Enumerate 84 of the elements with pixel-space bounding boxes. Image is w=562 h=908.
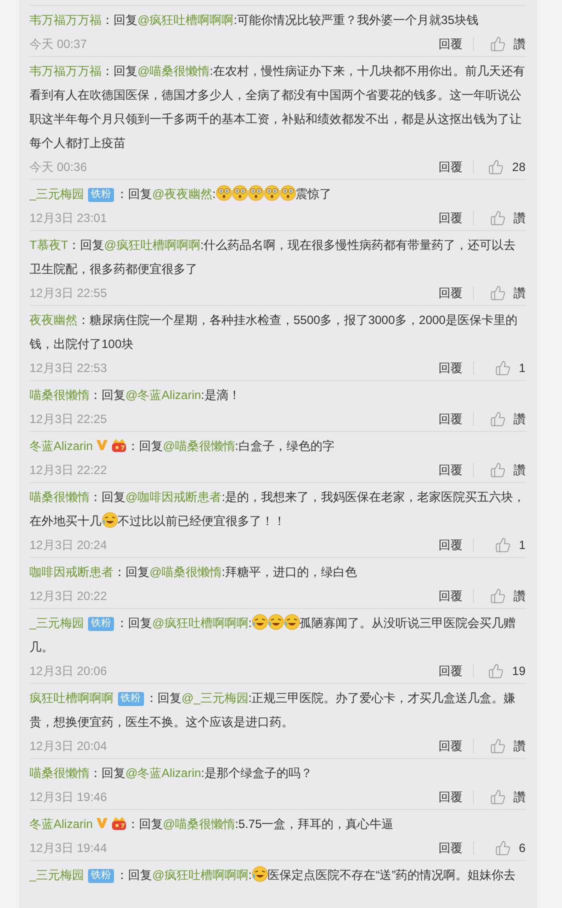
shocked-emoji-icon (248, 185, 264, 201)
like-button[interactable]: 6 (484, 840, 526, 856)
laughing-tears-emoji-icon (252, 866, 268, 882)
like-button[interactable]: 19 (484, 663, 526, 679)
reply-link[interactable]: 回覆 (438, 158, 462, 176)
reply-link[interactable]: 回覆 (438, 662, 462, 680)
comment-text: 喵桑很懒惰：回复@冬蓝Alizarin:是滴！ (30, 387, 242, 404)
comment-time: 12月3日 22:55 (30, 284, 108, 302)
verified-v-icon (96, 817, 108, 829)
crown-badge-icon (110, 816, 127, 831)
reply-link[interactable]: 回覆 (438, 284, 462, 302)
comment-text: 咖啡因戒断患者：回复@喵桑很懒惰:拜糖平，进口的，绿白色 (30, 564, 358, 581)
reply-link[interactable]: 回覆 (438, 462, 462, 478)
crown-badge-icon (110, 438, 127, 453)
like-button[interactable]: 讚 (484, 588, 526, 604)
fan-badge: 铁粉 (88, 617, 114, 631)
reply-link[interactable]: 回覆 (438, 360, 462, 376)
fan-badge: 铁粉 (88, 188, 114, 202)
comment-time: 12月3日 20:24 (30, 536, 108, 554)
comment-text: _三元梅园 铁粉 ：回复@夜夜幽然: 震惊了 (30, 184, 333, 204)
reply-link[interactable]: 回覆 (438, 588, 462, 604)
like-button[interactable]: 讚 (484, 788, 526, 806)
reply-link[interactable]: 回覆 (438, 410, 462, 428)
like-button[interactable]: 讚 (484, 462, 526, 478)
laughing-tears-emoji-icon (252, 614, 268, 630)
comment-text: 冬蓝Alizarin ：回复@喵桑很懒惰:5.75一盒，拜耳的，真心牛逼 (30, 815, 395, 833)
comment-text: T慕夜T：回复@疯狂吐槽啊啊啊:什么药品名啊，现在很多慢性病药都有带量药了，还可以去卫生院配，很多药都便宜很多了 (30, 237, 517, 278)
comment-text: 喵桑很懒惰：回复@咖啡因戒断患者:是的，我想来了，我妈医保在老家，老家医院买五六块，在外地买十几 不过比以前已经便宜很多了！！ (30, 489, 526, 530)
reply-link[interactable]: 回覆 (438, 840, 462, 856)
like-button[interactable]: 1 (484, 537, 526, 553)
thumbs-up-icon (490, 411, 506, 427)
fan-badge: 铁粉 (88, 869, 114, 883)
shocked-emoji-icon (280, 185, 296, 201)
like-button[interactable]: 讚 (484, 210, 526, 226)
thumbs-up-icon (490, 588, 506, 604)
like-button[interactable]: 讚 (484, 410, 526, 428)
comment-time: 今天 00:36 (30, 158, 88, 176)
reply-link[interactable]: 回覆 (438, 738, 462, 754)
comment-time: 12月3日 19:44 (30, 840, 108, 856)
thumbs-up-icon (490, 462, 506, 478)
comment-time: 12月3日 22:53 (30, 360, 108, 376)
comment-time: 12月3日 20:22 (30, 588, 108, 604)
comment-text: _三元梅园 铁粉 ：回复@疯狂吐槽啊啊啊: 孤陋寡闻了。从没听说三甲医院会买几赠几。 (30, 613, 517, 656)
comment-time: 12月3日 23:01 (30, 210, 108, 226)
thumbs-up-icon (490, 36, 506, 52)
reply-link[interactable]: 回覆 (438, 36, 462, 52)
comment-time: 12月3日 22:22 (30, 462, 108, 478)
comment-text: 疯狂吐槽啊啊啊 铁粉 ：回复@_三元梅园:正规三甲医院。办了爱心卡，才买几盒送几盒。嫌贵，想换便宜药，医生不换。这个应该是进口药。 (30, 690, 517, 731)
thumbs-up-icon (494, 360, 511, 376)
thumbs-up-icon (490, 789, 506, 805)
reply-link[interactable]: 回覆 (438, 210, 462, 226)
comment-time: 12月3日 22:25 (30, 410, 108, 428)
like-button[interactable]: 28 (484, 159, 526, 175)
comment-text: 喵桑很懒惰：回复@冬蓝Alizarin:是那个绿盒子的吗？ (30, 765, 314, 782)
thumbs-up-icon (494, 537, 511, 553)
like-button[interactable]: 讚 (484, 284, 526, 302)
laughing-tears-emoji-icon (268, 614, 284, 630)
comment-time: 12月3日 20:06 (30, 662, 108, 680)
comment-text: 夜夜幽然：糖尿病住院一个星期，各种挂水检查，5500多，报了3000多，2000是医保卡里的钱，出院付了100块 (30, 312, 519, 353)
fan-badge: 铁粉 (118, 692, 144, 706)
reply-link[interactable]: 回覆 (438, 536, 462, 554)
comment-time: 今天 00:37 (30, 36, 88, 52)
like-button[interactable]: 讚 (484, 36, 526, 52)
comment-text: _三元梅园 铁粉 ：回复@疯狂吐槽啊啊啊: 医保定点医院不存在“送”药的情况啊。姐妹你去 (30, 865, 517, 885)
thumbs-up-icon (490, 285, 506, 301)
comment-time: 12月3日 19:46 (30, 788, 108, 806)
comment-text: 冬蓝Alizarin ：回复@喵桑很懒惰:白盒子，绿色的字 (30, 437, 336, 455)
thumbs-up-icon (490, 210, 506, 226)
thumbs-up-icon (494, 840, 511, 856)
verified-v-icon (96, 439, 108, 451)
comment-text: 韦万福万万福：回复@疯狂吐槽啊啊啊:可能你情况比较严重？我外婆一个月就35块钱 (30, 12, 480, 29)
thumbs-up-icon (490, 738, 506, 754)
comment-time: 12月3日 20:04 (30, 738, 108, 754)
like-button[interactable]: 1 (484, 360, 526, 376)
laughing-tears-emoji-icon (284, 614, 300, 630)
shocked-emoji-icon (232, 185, 248, 201)
like-button[interactable]: 讚 (484, 738, 526, 754)
reply-link[interactable]: 回覆 (438, 788, 462, 806)
thumbs-up-icon (488, 663, 504, 679)
shocked-emoji-icon (264, 185, 280, 201)
thumbs-up-icon (488, 159, 504, 175)
comment-text: 韦万福万万福：回复@喵桑很懒惰:在农村，慢性病证办下来，十几块都不用你出。前几天还有看到有人在吹德国医保，德国才多少人，全病了都没有中国两个省要花的钱多。这一年听说公职这半年每个月只领到一千多两千的基本工资，补贴和绩效都发不出，都是从这抠出钱为了让每个人都打上疫苗 (30, 63, 526, 152)
shocked-emoji-icon (216, 185, 232, 201)
laughing-tears-emoji-icon (102, 512, 118, 528)
